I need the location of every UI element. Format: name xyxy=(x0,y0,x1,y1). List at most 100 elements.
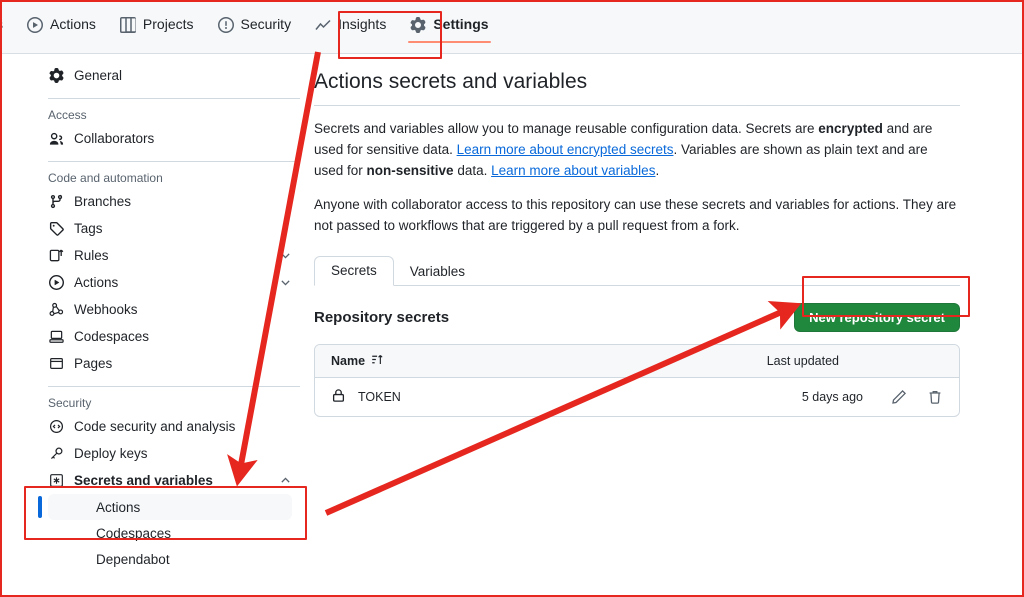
chevron-up-icon[interactable] xyxy=(279,474,292,487)
content-tabs: Secrets Variables xyxy=(314,255,960,286)
column-header-name[interactable]: Name xyxy=(331,353,384,369)
codespace-icon xyxy=(48,329,64,344)
sidebar-item-label: Secrets and variables xyxy=(74,473,213,488)
sidebar-item-pages[interactable]: Pages xyxy=(24,350,300,377)
nav-tab-label: Settings xyxy=(433,16,488,32)
gear-icon xyxy=(48,68,64,83)
nav-tab-settings[interactable]: Settings xyxy=(398,2,500,52)
title-divider xyxy=(314,105,960,106)
play-icon xyxy=(27,17,43,33)
p1-bold-encrypted: encrypted xyxy=(818,121,883,136)
sidebar-subitem-dependabot[interactable]: Dependabot xyxy=(48,546,292,572)
secret-name-cell: TOKEN xyxy=(331,388,401,406)
p1-text-4: data. xyxy=(454,163,492,178)
nav-tab-label: Actions xyxy=(50,16,96,32)
shield-alert-icon xyxy=(218,17,234,33)
secret-last-updated: 5 days ago xyxy=(802,390,863,404)
sidebar-item-label: Webhooks xyxy=(74,302,138,317)
sidebar-item-label: Tags xyxy=(74,221,103,236)
sidebar-subitem-codespaces[interactable]: Codespaces xyxy=(48,520,292,546)
tab-secrets[interactable]: Secrets xyxy=(314,256,394,286)
play-icon xyxy=(48,275,64,290)
sidebar-item-label: Codespaces xyxy=(74,329,149,344)
description-paragraph-1: Secrets and variables allow you to manag… xyxy=(314,119,960,182)
sidebar-item-general[interactable]: General xyxy=(24,62,300,89)
sidebar-group-label-access: Access xyxy=(24,108,300,122)
lock-icon xyxy=(331,388,346,406)
settings-sidebar: General Access Collaborators Code and au… xyxy=(24,62,300,572)
sidebar-item-code-security-and-analysis[interactable]: Code security and analysis xyxy=(24,413,300,440)
repository-nav: s Actions Projects Security Insights Set… xyxy=(2,2,1022,54)
section-header: Repository secrets New repository secret xyxy=(314,302,960,334)
nav-tab-clipped[interactable]: s xyxy=(0,2,15,52)
git-branch-icon xyxy=(48,194,64,209)
pencil-icon[interactable] xyxy=(891,389,907,405)
active-tab-underline xyxy=(408,41,490,43)
sidebar-subitem-label: Codespaces xyxy=(96,526,171,541)
sidebar-item-label: Code security and analysis xyxy=(74,419,235,434)
sidebar-group-label-code-and-automation: Code and automation xyxy=(24,171,300,185)
column-header-last-updated: Last updated xyxy=(767,354,839,368)
sidebar-item-label: Collaborators xyxy=(74,131,154,146)
sidebar-item-label: Actions xyxy=(74,275,118,290)
sidebar-item-secrets-and-variables[interactable]: Secrets and variables xyxy=(24,467,300,494)
description-paragraph-2: Anyone with collaborator access to this … xyxy=(314,195,960,237)
nav-tab-actions[interactable]: Actions xyxy=(15,2,108,52)
sidebar-group-label-security: Security xyxy=(24,396,300,410)
sidebar-divider xyxy=(48,98,300,99)
nav-tab-label: Insights xyxy=(338,16,386,32)
chevron-down-icon[interactable] xyxy=(279,276,292,289)
sidebar-item-branches[interactable]: Branches xyxy=(24,188,300,215)
trash-icon[interactable] xyxy=(927,389,943,405)
section-title: Repository secrets xyxy=(314,309,449,326)
sidebar-divider xyxy=(48,386,300,387)
nav-tab-insights[interactable]: Insights xyxy=(303,2,398,52)
table-row: TOKEN 5 days ago xyxy=(315,378,959,416)
p1-bold-non-sensitive: non-sensitive xyxy=(367,163,454,178)
new-repository-secret-button[interactable]: New repository secret xyxy=(794,303,960,332)
tab-variables[interactable]: Variables xyxy=(394,258,481,286)
sidebar-item-webhooks[interactable]: Webhooks xyxy=(24,296,300,323)
sidebar-item-label: Deploy keys xyxy=(74,446,148,461)
sidebar-item-label: Pages xyxy=(74,356,112,371)
nav-tab-security[interactable]: Security xyxy=(206,2,304,52)
link-learn-more-encrypted-secrets[interactable]: Learn more about encrypted secrets xyxy=(457,142,674,157)
sidebar-divider xyxy=(48,161,300,162)
sidebar-item-rules[interactable]: Rules xyxy=(24,242,300,269)
link-learn-more-variables[interactable]: Learn more about variables xyxy=(491,163,655,178)
sidebar-item-deploy-keys[interactable]: Deploy keys xyxy=(24,440,300,467)
sidebar-subitem-label: Dependabot xyxy=(96,552,170,567)
rules-icon xyxy=(48,248,64,263)
sort-asc-icon[interactable] xyxy=(371,353,384,369)
nav-tab-label: Security xyxy=(241,16,292,32)
page-title: Actions secrets and variables xyxy=(314,70,960,94)
sidebar-item-codespaces[interactable]: Codespaces xyxy=(24,323,300,350)
secret-name: TOKEN xyxy=(358,390,401,404)
table-header-row: Name Last updated xyxy=(315,345,959,378)
sidebar-item-actions[interactable]: Actions xyxy=(24,269,300,296)
main-content: Actions secrets and variables Secrets an… xyxy=(314,62,960,417)
chevron-down-icon[interactable] xyxy=(279,249,292,262)
code-shield-icon xyxy=(48,419,64,434)
table-icon xyxy=(120,17,136,33)
asterisk-icon xyxy=(48,473,64,488)
secrets-table: Name Last updated TOKEN 5 days ago xyxy=(314,344,960,417)
nav-tab-label: Projects xyxy=(143,16,194,32)
gear-icon xyxy=(410,17,426,33)
nav-tab-label: s xyxy=(0,16,3,32)
sidebar-item-label: General xyxy=(74,68,122,83)
graph-icon xyxy=(315,17,331,33)
key-icon xyxy=(48,446,64,461)
sidebar-item-label: Branches xyxy=(74,194,131,209)
tab-label: Variables xyxy=(410,264,465,279)
browser-icon xyxy=(48,356,64,371)
sidebar-item-tags[interactable]: Tags xyxy=(24,215,300,242)
tag-icon xyxy=(48,221,64,236)
nav-tab-projects[interactable]: Projects xyxy=(108,2,206,52)
p1-text-1: Secrets and variables allow you to manag… xyxy=(314,121,818,136)
sidebar-subitem-actions[interactable]: Actions xyxy=(48,494,292,520)
sidebar-item-collaborators[interactable]: Collaborators xyxy=(24,125,300,152)
webhook-icon xyxy=(48,302,64,317)
column-header-label: Name xyxy=(331,354,365,368)
sidebar-subitem-label: Actions xyxy=(96,500,140,515)
